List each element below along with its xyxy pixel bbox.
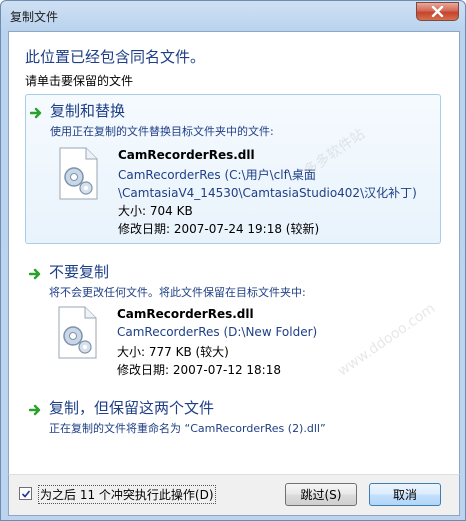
file-modified-date: 修改日期: 2007-07-12 18:18 [117, 363, 281, 377]
green-arrow-icon [30, 107, 42, 119]
apply-to-all-label[interactable]: 为之后 11 个冲突执行此操作(D) [38, 485, 216, 504]
file-modified-date: 修改日期: 2007-07-24 19:18 (较新) [118, 222, 320, 236]
dll-file-icon [59, 147, 98, 200]
option-description: 使用正在复制的文件替换目标文件夹中的文件: [50, 125, 274, 138]
option-title: 复制，但保留这两个文件 [49, 399, 215, 417]
file-path-line1: CamRecorderRes (C:\用户\clf\桌面 [118, 168, 316, 182]
option-title: 复制和替换 [50, 102, 126, 120]
file-path-line1: CamRecorderRes (D:\New Folder) [117, 325, 318, 339]
file-path-line2: \CamtasiaV4_14530\CamtasiaStudio402\汉化补丁… [118, 186, 417, 200]
file-name: CamRecorderRes.dll [118, 148, 255, 162]
cancel-button[interactable]: 取消 [369, 483, 441, 506]
close-button[interactable] [416, 2, 459, 21]
option-description: 正在复制的文件将重命名为 “CamRecorderRes (2).dll” [49, 422, 326, 435]
close-icon [431, 6, 444, 17]
title-bar[interactable]: 复制文件 [1, 1, 465, 31]
green-arrow-icon [29, 404, 41, 416]
checkmark-icon [21, 490, 31, 498]
dialog-footer: 为之后 11 个冲突执行此操作(D) 跳过(S) 取消 [8, 474, 460, 516]
instruction-text: 请单击要保留的文件 [25, 74, 134, 88]
window-title: 复制文件 [10, 10, 59, 24]
file-name: CamRecorderRes.dll [117, 307, 254, 321]
option-do-not-copy[interactable]: 不要复制 将不会更改任何文件。将此文件保留在目标文件夹中: CamRecorde… [25, 256, 441, 377]
option-keep-both-files[interactable]: 复制，但保留这两个文件 正在复制的文件将重命名为 “CamRecorderRes… [25, 392, 441, 442]
option-description: 将不会更改任何文件。将此文件保留在目标文件夹中: [49, 286, 306, 299]
apply-to-all-checkbox[interactable] [19, 487, 32, 500]
green-arrow-icon [29, 268, 41, 280]
skip-button[interactable]: 跳过(S) [285, 483, 357, 506]
dll-file-icon [58, 306, 97, 359]
option-title: 不要复制 [49, 263, 110, 281]
file-size: 大小: 704 KB [118, 204, 193, 218]
file-size: 大小: 777 KB (较大) [117, 345, 229, 359]
dialog-content: 此位置已经包含同名文件。 请单击要保留的文件 复制和替换 使用正在复制的文件替换… [8, 31, 460, 475]
main-heading: 此位置已经包含同名文件。 [25, 48, 206, 66]
option-copy-and-replace[interactable]: 复制和替换 使用正在复制的文件替换目标文件夹中的文件: CamRecorderR… [25, 94, 441, 244]
copy-file-dialog: 复制文件 此位置已经包含同名文件。 请单击要保留的文件 复制和替换 使用正在复制… [0, 0, 466, 521]
